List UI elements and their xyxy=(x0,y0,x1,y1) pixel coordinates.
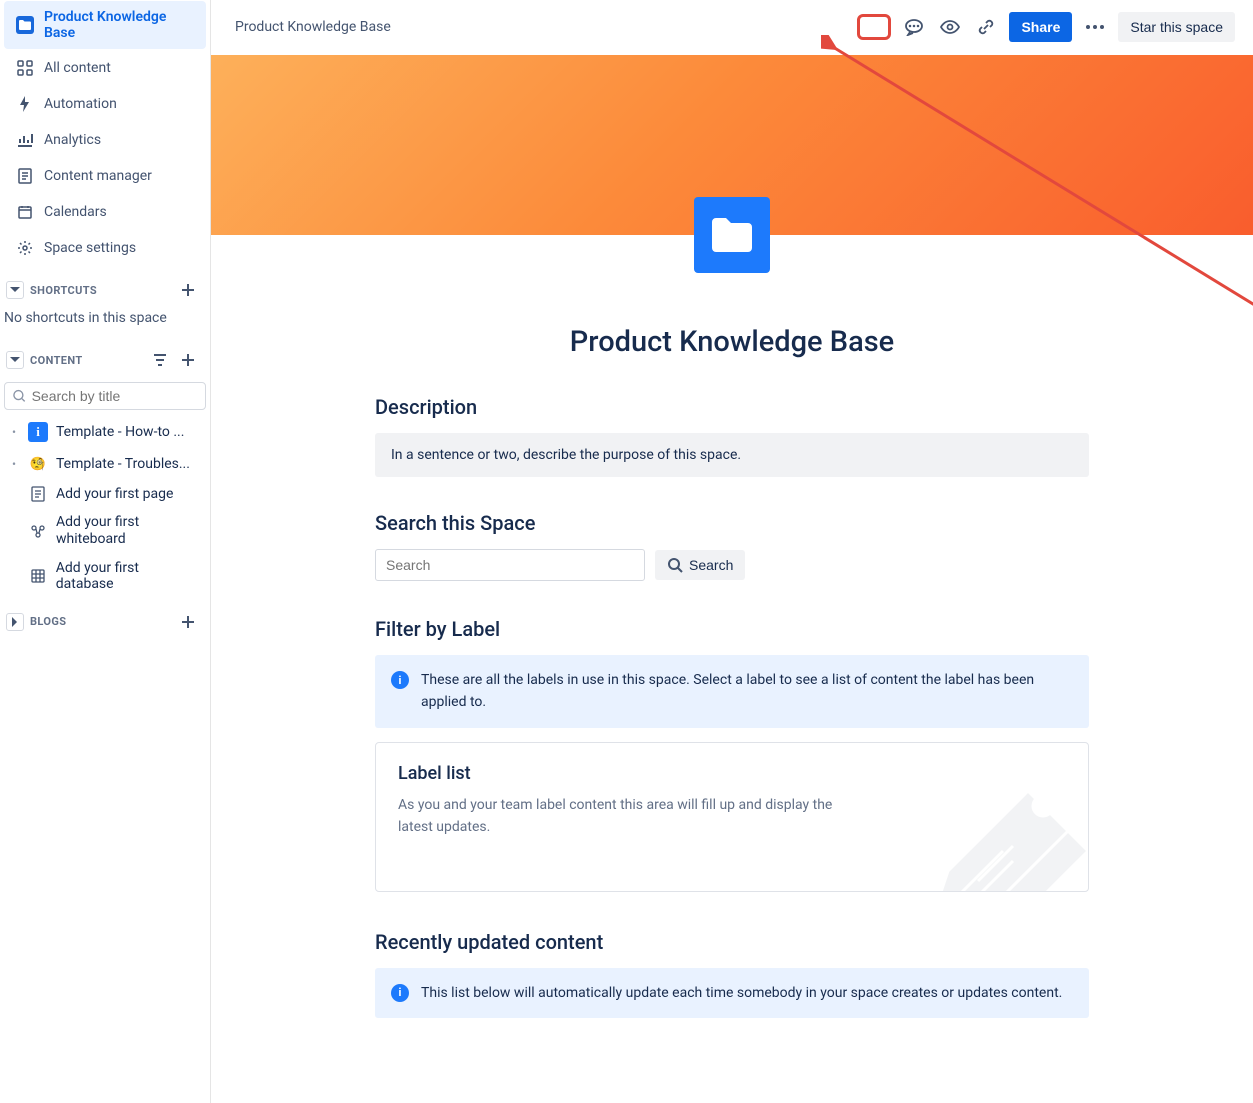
space-icon xyxy=(694,197,770,273)
chevron-right-icon[interactable] xyxy=(6,613,24,631)
add-first-database[interactable]: Add your first database xyxy=(0,554,210,598)
info-icon: i xyxy=(391,671,409,689)
gear-icon xyxy=(16,239,34,257)
link-icon xyxy=(977,18,995,36)
space-title-label: Product Knowledge Base xyxy=(44,9,194,41)
sidebar-item-label: Automation xyxy=(44,96,117,112)
space-search-input[interactable] xyxy=(375,549,645,581)
folder-icon xyxy=(16,16,34,34)
breadcrumb[interactable]: Product Knowledge Base xyxy=(235,19,391,35)
recent-info-text: This list below will automatically updat… xyxy=(421,982,1062,1004)
add-first-whiteboard[interactable]: Add your first whiteboard xyxy=(0,508,210,554)
calendar-icon xyxy=(16,203,34,221)
tree-item-label: Template - Troubles... xyxy=(56,456,190,472)
topbar: Product Knowledge Base Share Sta xyxy=(211,0,1253,55)
star-space-button[interactable]: Star this space xyxy=(1118,12,1235,42)
document-icon xyxy=(16,167,34,185)
search-space-heading: Search this Space xyxy=(375,511,1089,535)
label-list-text: As you and your team label content this … xyxy=(398,794,868,839)
edit-button[interactable] xyxy=(857,14,891,40)
bullet-icon: • xyxy=(12,425,20,439)
info-icon: i xyxy=(391,984,409,1002)
sidebar-item-automation[interactable]: Automation xyxy=(4,87,206,121)
sidebar-item-analytics[interactable]: Analytics xyxy=(4,123,206,157)
comment-button[interactable] xyxy=(901,14,927,40)
sidebar-item-content-manager[interactable]: Content manager xyxy=(4,159,206,193)
shortcuts-section-header: Shortcuts xyxy=(0,266,210,306)
tree-action-label: Add your first whiteboard xyxy=(56,514,198,548)
recent-heading: Recently updated content xyxy=(375,930,1089,954)
eye-icon xyxy=(940,20,960,34)
description-box[interactable]: In a sentence or two, describe the purpo… xyxy=(375,433,1089,477)
page-icon xyxy=(30,486,46,502)
search-icon xyxy=(13,389,26,403)
chart-icon xyxy=(16,131,34,149)
add-shortcut-button[interactable] xyxy=(178,280,198,300)
add-blog-button[interactable] xyxy=(178,612,198,632)
emoji-icon: 🧐 xyxy=(28,454,48,474)
blogs-section-header: Blogs xyxy=(0,598,210,638)
description-heading: Description xyxy=(375,395,1089,419)
shortcuts-title: Shortcuts xyxy=(30,284,97,297)
sidebar-search[interactable] xyxy=(4,382,206,410)
more-button[interactable] xyxy=(1082,14,1108,40)
tree-action-label: Add your first database xyxy=(56,560,198,592)
add-content-button[interactable] xyxy=(178,350,198,370)
blogs-title: Blogs xyxy=(30,615,66,628)
bolt-icon xyxy=(16,95,34,113)
tree-item-label: Template - How-to ... xyxy=(56,424,184,440)
chevron-down-icon[interactable] xyxy=(6,351,24,369)
sidebar-item-space-settings[interactable]: Space settings xyxy=(4,231,206,265)
bullet-icon: • xyxy=(12,457,20,471)
tree-item-template-troubleshoot[interactable]: • 🧐 Template - Troubles... xyxy=(0,448,210,480)
recent-info-panel: i This list below will automatically upd… xyxy=(375,968,1089,1018)
filter-icon[interactable] xyxy=(150,350,170,370)
sidebar-item-label: Content manager xyxy=(44,168,152,184)
link-button[interactable] xyxy=(973,14,999,40)
sidebar-item-label: All content xyxy=(44,60,111,76)
sidebar-search-input[interactable] xyxy=(32,388,197,404)
sidebar-item-label: Analytics xyxy=(44,132,101,148)
content-section-header: Content xyxy=(0,336,210,376)
database-icon xyxy=(30,568,46,584)
filter-label-heading: Filter by Label xyxy=(375,617,1089,641)
sidebar: Product Knowledge Base All content Autom… xyxy=(0,0,211,1103)
info-icon: i xyxy=(28,422,48,442)
tag-graphic-icon xyxy=(928,751,1089,892)
more-icon xyxy=(1086,25,1104,29)
main-content: Product Knowledge Base Share Sta xyxy=(211,0,1253,1103)
sidebar-space-title[interactable]: Product Knowledge Base xyxy=(4,1,206,49)
filter-info-panel: i These are all the labels in use in thi… xyxy=(375,655,1089,728)
content-title: Content xyxy=(30,354,83,367)
space-search-button[interactable]: Search xyxy=(655,550,745,580)
page-title: Product Knowledge Base xyxy=(375,325,1089,359)
filter-info-text: These are all the labels in use in this … xyxy=(421,669,1073,714)
tree-item-template-howto[interactable]: • i Template - How-to ... xyxy=(0,416,210,448)
watch-button[interactable] xyxy=(937,14,963,40)
tree-action-label: Add your first page xyxy=(56,486,173,502)
sidebar-item-all-content[interactable]: All content xyxy=(4,51,206,85)
share-button[interactable]: Share xyxy=(1009,12,1072,42)
add-first-page[interactable]: Add your first page xyxy=(0,480,210,508)
shortcuts-empty-text: No shortcuts in this space xyxy=(0,306,210,336)
whiteboard-icon xyxy=(30,523,46,539)
sidebar-item-label: Space settings xyxy=(44,240,136,256)
chevron-down-icon[interactable] xyxy=(6,281,24,299)
comment-icon xyxy=(904,18,924,36)
label-list-card: Label list As you and your team label co… xyxy=(375,742,1089,892)
search-button-label: Search xyxy=(689,557,733,573)
grid-icon xyxy=(16,59,34,77)
sidebar-item-calendars[interactable]: Calendars xyxy=(4,195,206,229)
banner xyxy=(211,55,1253,235)
search-icon xyxy=(667,557,683,573)
sidebar-item-label: Calendars xyxy=(44,204,107,220)
